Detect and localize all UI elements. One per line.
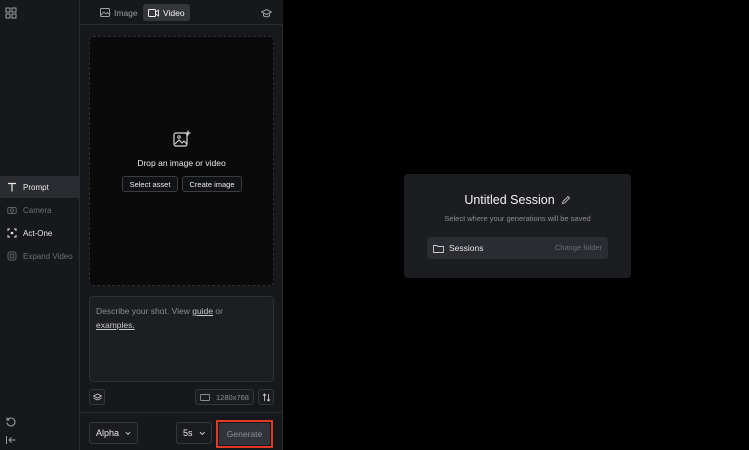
- generate-highlight: Generate: [216, 420, 273, 448]
- collapse-sidebar-icon[interactable]: [5, 433, 17, 445]
- duration-select-value: 5s: [183, 428, 193, 438]
- chevron-down-icon: [199, 431, 205, 435]
- layers-icon: [92, 392, 102, 401]
- folder-icon: [433, 244, 444, 253]
- panel-footer: Alpha 5s Generate: [80, 412, 283, 450]
- change-folder-link[interactable]: Change folder: [555, 243, 602, 252]
- rail-item-act-one[interactable]: Act-One: [0, 222, 79, 244]
- rail-item-prompt[interactable]: Prompt: [0, 176, 79, 198]
- generation-panel: Drop an image or video Select asset Crea…: [80, 25, 283, 450]
- swap-dimensions-button[interactable]: [258, 389, 274, 405]
- pencil-icon[interactable]: [561, 195, 571, 205]
- session-folder-row[interactable]: Sessions Change folder: [427, 237, 608, 259]
- session-title-row: Untitled Session: [404, 193, 631, 207]
- history-icon[interactable]: [5, 415, 17, 427]
- media-dropzone[interactable]: Drop an image or video Select asset Crea…: [89, 36, 274, 286]
- chevron-down-icon: [125, 431, 131, 435]
- text-t-icon: [6, 181, 18, 193]
- prompt-placeholder: Describe your shot. View: [96, 306, 193, 316]
- swap-icon: [262, 392, 270, 402]
- video-icon: [148, 8, 159, 17]
- camera-icon: [6, 204, 18, 216]
- guide-link[interactable]: guide: [192, 306, 213, 316]
- left-rail: Prompt Camera Act-One Expand Video: [0, 0, 80, 450]
- tab-label: Video: [163, 7, 185, 18]
- apps-grid-icon[interactable]: [5, 6, 17, 19]
- select-asset-button[interactable]: Select asset: [122, 176, 178, 192]
- layers-button[interactable]: [89, 389, 105, 405]
- expand-icon: [6, 250, 18, 262]
- dropzone-title: Drop an image or video: [137, 158, 226, 168]
- rail-item-label: Act-One: [23, 228, 53, 238]
- rail-item-label: Camera: [23, 205, 52, 215]
- model-select[interactable]: Alpha: [89, 422, 138, 444]
- duration-select[interactable]: 5s: [176, 422, 212, 444]
- act-one-icon: [6, 227, 18, 239]
- examples-link[interactable]: examples.: [96, 320, 135, 330]
- aspect-ratio-icon: [200, 393, 210, 401]
- tab-label: Image: [114, 7, 138, 18]
- model-select-value: Alpha: [96, 428, 120, 438]
- resolution-label: 1280x768: [216, 392, 249, 402]
- image-icon: [100, 8, 110, 17]
- session-subtitle: Select where your generations will be sa…: [444, 214, 591, 223]
- generate-button[interactable]: Generate: [219, 423, 270, 445]
- folder-name: Sessions: [449, 243, 484, 253]
- rail-item-camera[interactable]: Camera: [0, 199, 79, 221]
- rail-item-label: Expand Video: [23, 251, 73, 261]
- resolution-button[interactable]: 1280x768: [195, 389, 254, 405]
- session-title: Untitled Session: [464, 193, 555, 207]
- create-image-button[interactable]: Create image: [182, 176, 242, 192]
- session-card: Untitled Session Select where your gener…: [404, 174, 631, 278]
- prompt-placeholder-mid: or: [213, 306, 223, 316]
- prompt-textarea[interactable]: Describe your shot. View guide or exampl…: [89, 296, 274, 382]
- graduation-cap-icon[interactable]: [260, 6, 273, 24]
- mode-tabs-bar: Image Video: [80, 0, 283, 25]
- tab-video[interactable]: Video: [143, 4, 190, 21]
- rail-item-expand-video[interactable]: Expand Video: [0, 245, 79, 267]
- tab-image[interactable]: Image: [95, 4, 143, 21]
- rail-item-label: Prompt: [23, 182, 49, 192]
- add-image-icon: [173, 130, 191, 153]
